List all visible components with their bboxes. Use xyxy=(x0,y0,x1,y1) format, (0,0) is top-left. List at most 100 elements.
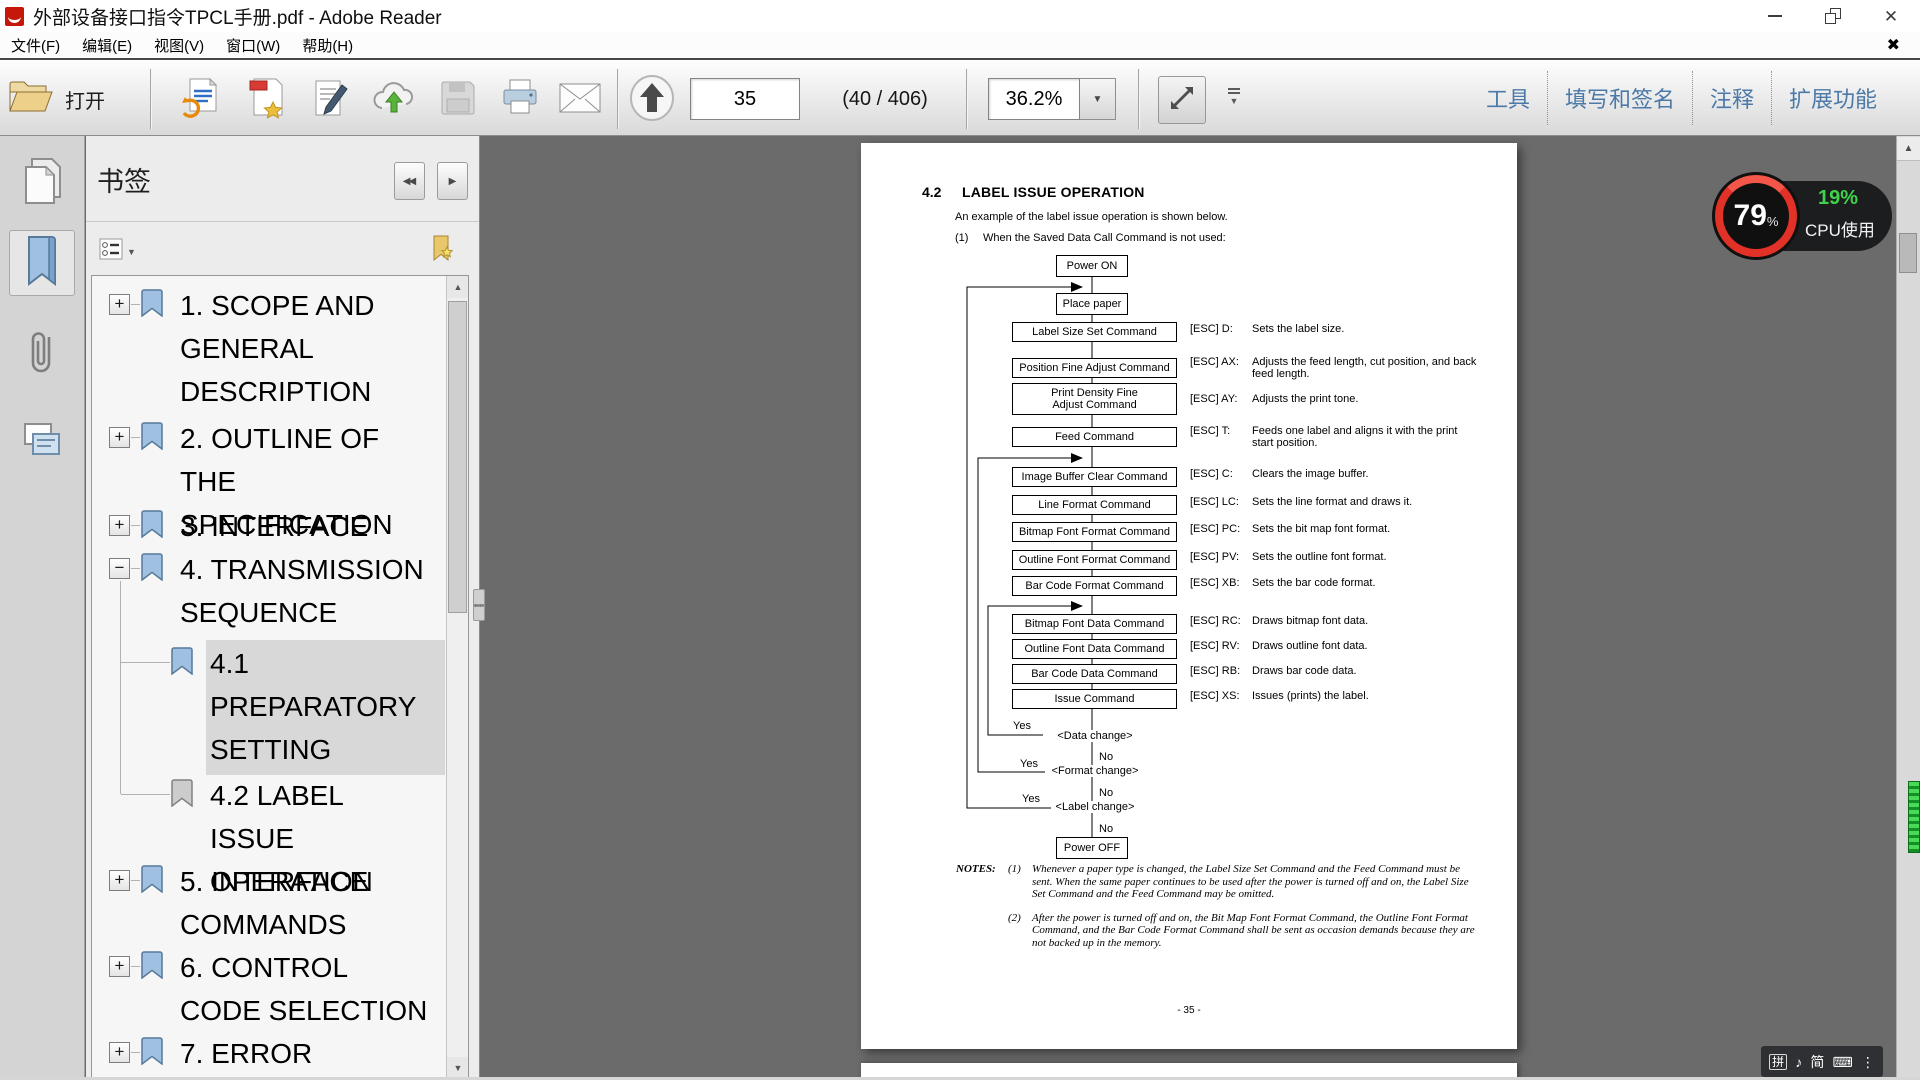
bookmark-ribbon-icon[interactable] xyxy=(140,289,165,317)
cpu-gauge: 79 % xyxy=(1712,172,1800,260)
flow-description: [ESC] PV:Sets the outline font format. xyxy=(1190,552,1490,564)
paperclip-icon xyxy=(27,327,57,384)
create-pdf-button[interactable] xyxy=(242,76,290,124)
toolbar-tab-1[interactable]: 填写和签名 xyxy=(1548,82,1692,114)
toolbar-divider xyxy=(617,69,618,129)
flow-connectors xyxy=(861,143,1517,1049)
toolbar-tab-0[interactable]: 工具 xyxy=(1469,82,1547,114)
flow-description: [ESC] LC:Sets the line format and draws … xyxy=(1190,497,1490,509)
bookmark-ribbon-icon[interactable] xyxy=(140,1037,165,1065)
locate-current-bookmark-button[interactable] xyxy=(428,236,456,266)
scroll-position-marker[interactable] xyxy=(1908,781,1920,853)
print-button[interactable] xyxy=(496,76,544,124)
bookmark-ribbon-icon[interactable] xyxy=(140,951,165,979)
bookmark-expander[interactable]: + xyxy=(109,294,130,315)
esc-description: Feeds one label and aligns it with the p… xyxy=(1252,426,1478,449)
bookmark-ribbon-icon[interactable] xyxy=(140,422,165,450)
bookmark-item-label[interactable]: 3. INTERFACE xyxy=(180,505,435,548)
flow-box: Power ON xyxy=(1056,255,1128,277)
create-pdf-icon xyxy=(246,77,286,124)
flow-description: [ESC] PC:Sets the bit map font format. xyxy=(1190,524,1490,536)
bookmark-item-label[interactable]: 5. INTERFACE COMMANDS xyxy=(180,860,435,946)
esc-description: Draws bitmap font data. xyxy=(1252,616,1478,628)
panel-title: 书签 xyxy=(97,160,151,199)
page-number-input[interactable] xyxy=(690,78,800,120)
ime-icon-2[interactable]: 简 xyxy=(1810,1055,1824,1069)
export-pdf-button[interactable] xyxy=(176,76,224,124)
zoom-dropdown-button[interactable]: ▼ xyxy=(1080,78,1116,120)
ime-icon-1[interactable]: ♪ xyxy=(1795,1055,1802,1069)
bookmark-expander[interactable]: − xyxy=(109,558,130,579)
bookmark-expander[interactable]: + xyxy=(109,870,130,891)
window-controls: ✕ xyxy=(1746,0,1920,32)
flow-box: Outline Font Format Command xyxy=(1012,550,1177,570)
esc-code: [ESC] PC: xyxy=(1190,524,1252,536)
page-thumbnails-button[interactable] xyxy=(9,150,75,216)
scroll-up-button[interactable]: ▲ xyxy=(447,276,469,298)
bookmark-ribbon-icon[interactable] xyxy=(140,553,165,581)
fit-window-button[interactable] xyxy=(1158,76,1206,124)
menu-item-4[interactable]: 帮助(H) xyxy=(291,32,364,58)
bookmark-tree: +1. SCOPE AND GENERAL DESCRIPTION+2. OUT… xyxy=(91,275,469,1080)
panel-resize-grip[interactable] xyxy=(473,589,485,621)
bookmark-item-label[interactable]: 7. ERROR xyxy=(180,1032,435,1075)
ime-icon-4[interactable]: ⋮ xyxy=(1861,1055,1875,1069)
bookmark-item-label[interactable]: 4.1 PREPARATORY SETTING xyxy=(206,640,445,775)
ime-icon-3[interactable]: ⌨ xyxy=(1833,1055,1853,1069)
attachments-button[interactable] xyxy=(9,322,75,388)
flow-box: Label Size Set Command xyxy=(1012,322,1177,342)
toolbar-tab-3[interactable]: 扩展功能 xyxy=(1772,82,1894,114)
bookmark-ribbon-icon[interactable] xyxy=(140,865,165,893)
sign-pen-icon xyxy=(310,77,350,124)
cpu-monitor-widget[interactable]: 79 % 19% CPU使用 xyxy=(1712,172,1892,260)
bookmark-item-label[interactable]: 6. CONTROL CODE SELECTION xyxy=(180,946,435,1032)
menu-item-3[interactable]: 窗口(W) xyxy=(215,32,291,58)
layers-button[interactable] xyxy=(9,412,75,478)
flow-box: Print Density Fine Adjust Command xyxy=(1012,383,1177,415)
scroll-down-button[interactable]: ▼ xyxy=(447,1057,469,1079)
bookmark-expander[interactable]: + xyxy=(109,1042,130,1063)
esc-description: Sets the line format and draws it. xyxy=(1252,497,1478,509)
sign-button[interactable] xyxy=(306,76,354,124)
scroll-up-button[interactable]: ▲ xyxy=(1897,137,1920,161)
zoom-input[interactable] xyxy=(988,78,1080,120)
bookmark-expander[interactable]: + xyxy=(109,515,130,536)
toolbar: 打开 (40 / 406) ▼ ▼ 工具填写和签名注释扩展功能 xyxy=(0,58,1920,136)
bookmark-expander[interactable]: + xyxy=(109,956,130,977)
minimize-button[interactable] xyxy=(1746,0,1804,32)
open-button[interactable]: 打开 xyxy=(8,74,130,124)
bookmarks-panel-button[interactable] xyxy=(9,230,75,296)
page-up-button[interactable] xyxy=(628,76,676,124)
email-button[interactable] xyxy=(556,76,604,124)
bookmark-ribbon-icon[interactable] xyxy=(140,510,165,538)
bookmark-scrollbar[interactable]: ▲ ▼ xyxy=(446,276,468,1079)
menu-item-0[interactable]: 文件(F) xyxy=(0,32,71,58)
expand-panel-button[interactable]: ▶ xyxy=(437,162,468,200)
print-icon xyxy=(499,78,541,123)
ime-toolbar[interactable]: 拼 ♪ 简 ⌨ ⋮ xyxy=(1761,1046,1883,1077)
bookmark-item-label[interactable]: 4. TRANSMISSION SEQUENCE xyxy=(180,548,435,634)
scrollbar-thumb[interactable] xyxy=(448,301,467,613)
restore-button[interactable] xyxy=(1804,0,1862,32)
close-document-icon[interactable]: ✖ xyxy=(1887,35,1900,55)
ime-icon-0[interactable]: 拼 xyxy=(1769,1054,1787,1070)
esc-description: Draws outline font data. xyxy=(1252,641,1478,653)
bookmark-ribbon-icon[interactable] xyxy=(170,647,195,675)
cloud-upload-button[interactable] xyxy=(370,76,418,124)
flow-description: [ESC] D:Sets the label size. xyxy=(1190,324,1490,336)
menu-item-1[interactable]: 编辑(E) xyxy=(71,32,143,58)
scrollbar-thumb[interactable] xyxy=(1899,233,1917,273)
close-button[interactable]: ✕ xyxy=(1862,0,1920,32)
bookmark-expander[interactable]: + xyxy=(109,427,130,448)
toolbar-overflow-button[interactable]: ▼ xyxy=(1222,88,1246,112)
bookmark-options-button[interactable]: ▼ xyxy=(94,236,154,267)
save-button[interactable] xyxy=(434,76,482,124)
content-scrollbar[interactable]: ▲ xyxy=(1896,136,1920,1080)
collapse-panel-button[interactable]: ◀◀ xyxy=(394,162,425,200)
esc-description: Clears the image buffer. xyxy=(1252,469,1478,481)
bookmark-ribbon-icon[interactable] xyxy=(170,779,195,807)
menu-item-2[interactable]: 视图(V) xyxy=(143,32,215,58)
toolbar-tab-2[interactable]: 注释 xyxy=(1693,82,1771,114)
page-thumbnails-icon xyxy=(20,155,64,212)
bookmark-item-label[interactable]: 1. SCOPE AND GENERAL DESCRIPTION xyxy=(180,284,435,413)
